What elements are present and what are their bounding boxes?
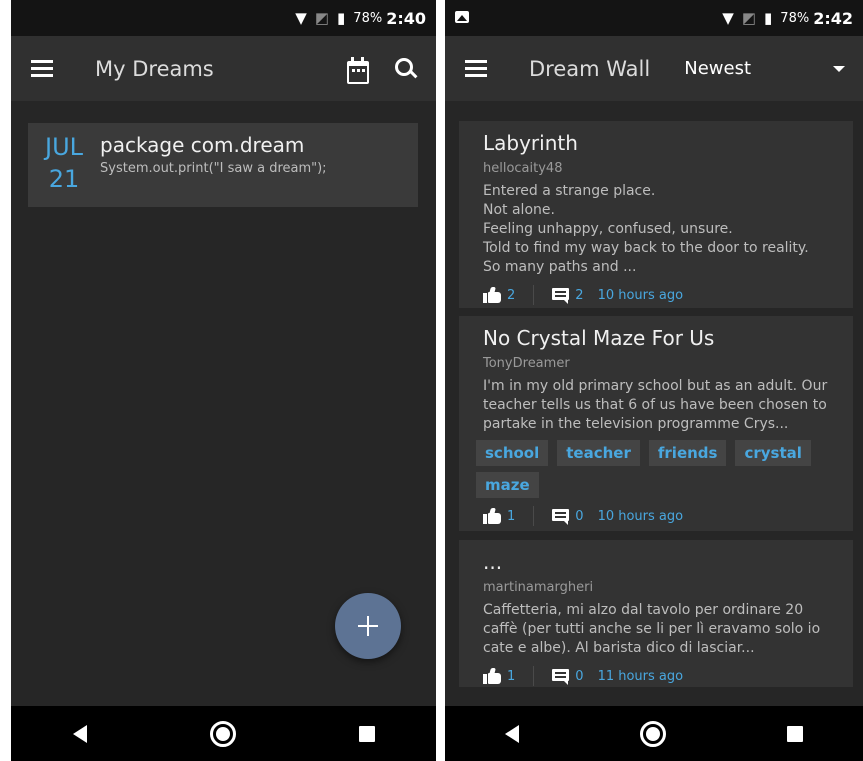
battery-percent: 78%	[353, 10, 383, 26]
card-stats: 1 0 10 hours ago	[483, 506, 829, 526]
like-count: 2	[507, 287, 516, 303]
nav-bar	[11, 706, 436, 761]
app-bar: Dream Wall Newest	[445, 36, 863, 101]
comment-count: 0	[575, 668, 584, 684]
card-title: Labyrinth	[483, 131, 578, 155]
comment-count: 2	[575, 287, 584, 303]
dream-card[interactable]: ... martinamargheri Caffetteria, mi alzo…	[459, 540, 853, 687]
card-author: TonyDreamer	[483, 356, 570, 371]
battery-percent: 78%	[780, 10, 810, 26]
sort-dropdown[interactable]: Newest	[684, 58, 751, 79]
wifi-icon: ▼	[722, 9, 734, 27]
page-title: Dream Wall	[529, 56, 651, 81]
comment-count: 0	[575, 508, 584, 524]
menu-icon[interactable]	[31, 59, 55, 78]
no-signal-icon: ◩	[741, 9, 757, 27]
thumbs-up-icon[interactable]	[483, 668, 501, 684]
status-bar: ▼ ◩ ▮ 78% 2:42	[445, 0, 863, 36]
tag-chip[interactable]: maze	[476, 472, 539, 498]
dream-month: JUL	[44, 133, 83, 161]
like-count: 1	[507, 668, 516, 684]
timestamp: 10 hours ago	[597, 287, 684, 303]
home-icon[interactable]	[639, 720, 666, 747]
battery-icon: ▮	[337, 9, 346, 27]
timestamp: 10 hours ago	[597, 508, 684, 524]
calendar-icon[interactable]	[346, 56, 370, 84]
wifi-icon: ▼	[295, 9, 307, 27]
card-title: ...	[483, 550, 503, 574]
back-icon[interactable]	[72, 724, 87, 743]
my-dreams-screen: ▼ ◩ ▮ 78% 2:40 My Dreams JUL 21 package …	[11, 0, 436, 761]
dream-feed: Labyrinth hellocaity48 Entered a strange…	[445, 101, 863, 706]
card-body: Caffetteria, mi alzo dal tavolo per ordi…	[483, 602, 821, 656]
back-icon[interactable]	[505, 724, 520, 743]
dream-wall-screen: ▼ ◩ ▮ 78% 2:42 Dream Wall Newest Labyrin…	[445, 0, 863, 761]
dream-card[interactable]: Labyrinth hellocaity48 Entered a strange…	[459, 121, 853, 308]
nav-bar	[445, 706, 863, 761]
tag-list: school teacher friends crystal maze	[476, 440, 829, 504]
card-author: martinamargheri	[483, 580, 594, 595]
search-icon[interactable]	[394, 57, 418, 81]
battery-icon: ▮	[764, 9, 773, 27]
clock: 2:42	[813, 8, 853, 28]
card-stats: 1 0 11 hours ago	[483, 666, 829, 686]
recents-icon[interactable]	[786, 725, 803, 742]
thumbs-up-icon[interactable]	[483, 287, 501, 303]
timestamp: 11 hours ago	[597, 668, 684, 684]
comment-icon[interactable]	[552, 668, 570, 685]
clock: 2:40	[386, 8, 426, 28]
card-author: hellocaity48	[483, 161, 563, 176]
app-bar: My Dreams	[11, 36, 436, 101]
chevron-down-icon[interactable]	[833, 65, 845, 72]
status-bar: ▼ ◩ ▮ 78% 2:40	[11, 0, 436, 36]
plus-icon	[358, 616, 378, 636]
add-dream-button[interactable]	[335, 593, 401, 659]
dream-list-item[interactable]: JUL 21 package com.dream System.out.prin…	[28, 123, 418, 207]
menu-icon[interactable]	[465, 59, 489, 78]
dream-snippet: System.out.print("I saw a dream");	[100, 161, 327, 176]
dream-card[interactable]: No Crystal Maze For Us TonyDreamer I'm i…	[459, 316, 853, 531]
comment-icon[interactable]	[552, 508, 570, 525]
like-count: 1	[507, 508, 516, 524]
no-signal-icon: ◩	[314, 9, 330, 27]
home-icon[interactable]	[209, 720, 236, 747]
card-body: I'm in my old primary school but as an a…	[483, 378, 828, 432]
recents-icon[interactable]	[358, 725, 375, 742]
card-stats: 2 2 10 hours ago	[483, 285, 829, 305]
tag-chip[interactable]: school	[476, 440, 549, 466]
comment-icon[interactable]	[552, 287, 570, 304]
page-title: My Dreams	[95, 56, 214, 81]
image-notification-icon	[455, 11, 469, 23]
dream-date: JUL 21	[39, 133, 89, 193]
card-title: No Crystal Maze For Us	[483, 326, 715, 350]
card-body: Entered a strange place. Not alone. Feel…	[483, 183, 809, 275]
dream-day: 21	[48, 165, 80, 193]
dream-title: package com.dream	[100, 133, 305, 157]
tag-chip[interactable]: friends	[648, 440, 727, 466]
thumbs-up-icon[interactable]	[483, 508, 501, 524]
tag-chip[interactable]: crystal	[735, 440, 811, 466]
tag-chip[interactable]: teacher	[557, 440, 640, 466]
